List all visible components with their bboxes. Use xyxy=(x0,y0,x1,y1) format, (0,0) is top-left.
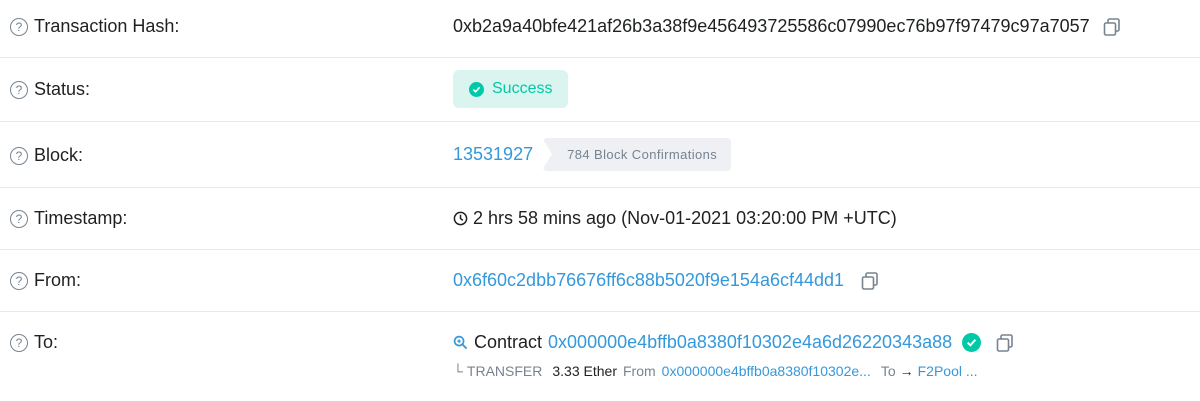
label-text: To: xyxy=(34,332,59,352)
value-timestamp: 2 hrs 58 mins ago (Nov-01-2021 03:20:00 … xyxy=(453,208,897,229)
label-to: ? To: xyxy=(10,332,58,353)
clock-icon xyxy=(453,211,468,226)
value-transaction-hash: 0xb2a9a40bfe421af26b3a38f9e456493725586c… xyxy=(453,16,1122,37)
value-block: 13531927 784 Block Confirmations xyxy=(453,138,732,171)
transfer-from-link[interactable]: 0x000000e4bffb0a8380f10302e... xyxy=(662,363,871,379)
transfer-from-label: From xyxy=(622,363,656,379)
label-status: ? Status: xyxy=(10,79,90,100)
divider xyxy=(0,121,1200,122)
label-transaction-hash: ? Transaction Hash: xyxy=(10,16,179,37)
block-confirmations-badge: 784 Block Confirmations xyxy=(542,138,732,171)
block-number-link[interactable]: 13531927 xyxy=(453,144,533,165)
label-block: ? Block: xyxy=(10,145,83,166)
arrow-right-icon: → xyxy=(899,363,914,379)
label-timestamp: ? Timestamp: xyxy=(10,208,127,229)
copy-icon[interactable] xyxy=(860,271,880,291)
to-contract-address-link[interactable]: 0x000000e4bffb0a8380f10302e4a6d26220343a… xyxy=(548,332,952,353)
question-circle-icon[interactable]: ? xyxy=(10,146,28,165)
question-circle-icon[interactable]: ? xyxy=(10,17,28,36)
transfer-to-link[interactable]: F2Pool ... xyxy=(918,363,978,379)
transfer-amount: 3.33 Ether xyxy=(552,363,617,379)
tx-hash-text: 0xb2a9a40bfe421af26b3a38f9e456493725586c… xyxy=(453,16,1090,36)
value-to: Contract 0x000000e4bffb0a8380f10302e4a6d… xyxy=(453,332,1015,353)
internal-transfer-line: └ TRANSFER 3.33 Ether From 0x000000e4bff… xyxy=(453,363,978,379)
timestamp-text: 2 hrs 58 mins ago (Nov-01-2021 03:20:00 … xyxy=(473,208,897,228)
label-text: Timestamp: xyxy=(34,208,128,228)
value-from: 0x6f60c2dbb76676ff6c88b5020f9e154a6cf44d… xyxy=(453,270,880,291)
label-text: Status: xyxy=(34,79,91,99)
label-from: ? From: xyxy=(10,270,81,291)
from-address-link[interactable]: 0x6f60c2dbb76676ff6c88b5020f9e154a6cf44d… xyxy=(453,270,844,291)
divider xyxy=(0,311,1200,312)
question-circle-icon[interactable]: ? xyxy=(10,80,28,99)
check-circle-icon xyxy=(469,81,484,97)
branch-icon: └ xyxy=(453,363,463,379)
check-circle-icon xyxy=(962,333,982,352)
transfer-type: TRANSFER xyxy=(466,363,543,379)
copy-icon[interactable] xyxy=(995,333,1015,353)
divider xyxy=(0,187,1200,188)
divider xyxy=(0,249,1200,250)
status-text: Success xyxy=(492,80,553,97)
copy-icon[interactable] xyxy=(1102,17,1122,37)
value-status: Success xyxy=(453,70,569,108)
label-text: Transaction Hash: xyxy=(34,16,180,36)
label-text: Block: xyxy=(34,145,84,165)
question-circle-icon[interactable]: ? xyxy=(10,271,28,290)
contract-prefix: Contract xyxy=(474,332,543,352)
question-circle-icon[interactable]: ? xyxy=(10,209,28,228)
label-text: From: xyxy=(34,270,81,290)
search-contract-icon xyxy=(453,335,468,350)
transfer-to-label: To xyxy=(880,363,896,379)
question-circle-icon[interactable]: ? xyxy=(10,333,28,352)
status-badge: Success xyxy=(453,70,569,108)
divider xyxy=(0,57,1200,58)
